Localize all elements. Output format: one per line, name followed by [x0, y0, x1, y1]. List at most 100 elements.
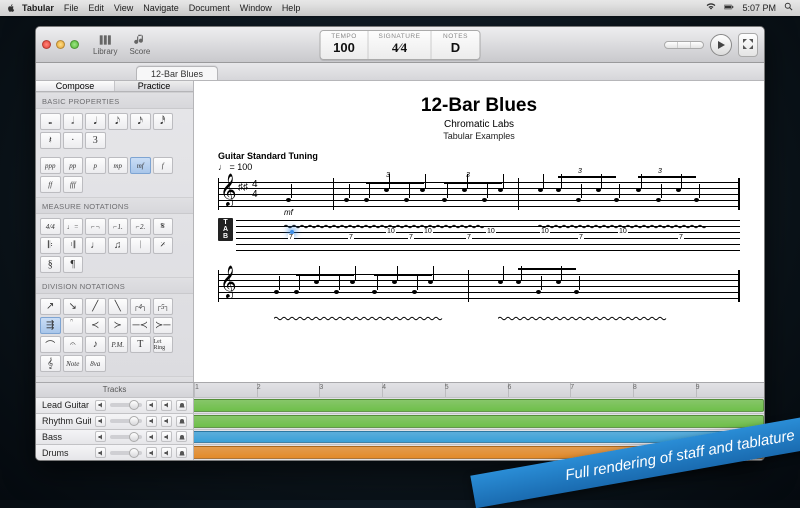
mute-icon[interactable]	[146, 400, 157, 411]
div-clef[interactable]: 𝄞	[40, 355, 61, 372]
dyn-f[interactable]: f	[153, 157, 174, 174]
solo-icon[interactable]	[161, 416, 172, 427]
dur-quarter[interactable]: 𝅘𝅥	[85, 113, 106, 130]
notes-meter[interactable]: NOTES D	[431, 31, 479, 59]
track-clip[interactable]	[194, 415, 764, 428]
div-9[interactable]: ≻	[108, 317, 129, 334]
div-14[interactable]: ♪	[85, 336, 106, 353]
meas-segno[interactable]: 𝄋	[153, 218, 174, 235]
track-row[interactable]: Bass	[36, 429, 764, 445]
window-close-button[interactable]	[42, 40, 51, 49]
dur-half[interactable]: 𝅗𝅥	[63, 113, 84, 130]
tab-practice[interactable]: Practice	[115, 81, 193, 91]
headphones-icon[interactable]	[176, 431, 187, 442]
score-canvas[interactable]: 12-Bar Blues Chromatic Labs Tabular Exam…	[194, 81, 764, 382]
menu-navigate[interactable]: Navigate	[143, 3, 179, 13]
tab-compose[interactable]: Compose	[36, 81, 115, 91]
spotlight-icon[interactable]	[784, 2, 794, 14]
solo-icon[interactable]	[161, 400, 172, 411]
dyn-ppp[interactable]: ppp	[40, 157, 61, 174]
dur-eighth[interactable]: 𝅘𝅥𝅮	[108, 113, 129, 130]
menu-app-name[interactable]: Tabular	[22, 3, 54, 13]
library-button[interactable]: Library	[87, 32, 123, 57]
tracks-ruler[interactable]: 1 2 3 4 5 6 7 8 9	[194, 383, 764, 397]
dyn-ff[interactable]: ff	[40, 176, 61, 193]
menubar-clock[interactable]: 5:07 PM	[742, 3, 776, 13]
meas-para[interactable]: ¶	[63, 256, 84, 273]
dyn-pp[interactable]: pp	[63, 157, 84, 174]
tempo-meter[interactable]: TEMPO 100	[321, 31, 369, 59]
battery-icon[interactable]	[724, 2, 734, 14]
volume-slider[interactable]	[110, 451, 142, 455]
fullscreen-button[interactable]	[738, 33, 758, 57]
meas-end1[interactable]: ⌐1.	[108, 218, 129, 235]
div-0[interactable]: ↗	[40, 298, 61, 315]
meas-end2[interactable]: ⌐2.	[130, 218, 151, 235]
loop-button[interactable]	[678, 42, 691, 48]
window-zoom-button[interactable]	[70, 40, 79, 49]
dyn-mp[interactable]: mp	[108, 157, 129, 174]
div-1[interactable]: ↘	[63, 298, 84, 315]
menu-document[interactable]: Document	[189, 3, 230, 13]
meas-sect[interactable]: §	[40, 256, 61, 273]
document-tab[interactable]: 12-Bar Blues	[136, 66, 218, 80]
speaker-icon[interactable]	[95, 400, 106, 411]
solo-icon[interactable]	[161, 447, 172, 458]
play-button[interactable]	[710, 34, 732, 56]
menu-file[interactable]: File	[64, 3, 79, 13]
div-vibrato[interactable]: ⇶	[40, 317, 61, 334]
track-lane[interactable]	[194, 414, 764, 429]
speaker-icon[interactable]	[95, 416, 106, 427]
track-row[interactable]: Lead Guitar	[36, 397, 764, 413]
meas-bar[interactable]: 𝄀	[130, 237, 151, 254]
rewind-button[interactable]	[665, 42, 678, 48]
mute-icon[interactable]	[146, 447, 157, 458]
div-4[interactable]: ┌4┐	[130, 298, 151, 315]
div-t[interactable]: T	[130, 336, 151, 353]
volume-slider[interactable]	[110, 403, 142, 407]
meas-reps[interactable]: 𝄆	[40, 237, 61, 254]
div-note[interactable]: Note	[63, 355, 84, 372]
wifi-icon[interactable]	[706, 2, 716, 14]
volume-slider[interactable]	[110, 419, 142, 423]
dyn-mf[interactable]: mf	[130, 157, 151, 174]
div-13[interactable]: 𝄐	[63, 336, 84, 353]
dur-16th[interactable]: 𝅘𝅥𝅯	[130, 113, 151, 130]
window-minimize-button[interactable]	[56, 40, 65, 49]
apple-icon[interactable]	[6, 3, 16, 13]
div-5[interactable]: ┌5┐	[153, 298, 174, 315]
score-button[interactable]: Score	[123, 32, 156, 57]
track-clip[interactable]	[194, 399, 764, 412]
meas-rest[interactable]: 𝄎	[153, 237, 174, 254]
signature-meter[interactable]: SIGNATURE 4⁄4	[369, 31, 432, 59]
speaker-icon[interactable]	[95, 447, 106, 458]
div-11[interactable]: ≻─	[153, 317, 174, 334]
dyn-fff[interactable]: fff	[63, 176, 84, 193]
div-pm[interactable]: P.M.	[108, 336, 129, 353]
meas-repe[interactable]: 𝄇	[63, 237, 84, 254]
div-2[interactable]: ╱	[85, 298, 106, 315]
headphones-icon[interactable]	[176, 447, 187, 458]
headphones-icon[interactable]	[176, 416, 187, 427]
div-8[interactable]: ≺	[85, 317, 106, 334]
mute-icon[interactable]	[146, 431, 157, 442]
speaker-icon[interactable]	[95, 431, 106, 442]
meas-tempo[interactable]: ♩=	[63, 218, 84, 235]
solo-icon[interactable]	[161, 431, 172, 442]
headphones-icon[interactable]	[176, 400, 187, 411]
menu-view[interactable]: View	[114, 3, 133, 13]
dyn-p[interactable]: p	[85, 157, 106, 174]
volume-slider[interactable]	[110, 435, 142, 439]
div-7[interactable]: 𝆪	[63, 317, 84, 334]
div-10[interactable]: ─≺	[130, 317, 151, 334]
dur-tuplet[interactable]: 3	[85, 132, 106, 149]
meas-8p[interactable]: ♫	[108, 237, 129, 254]
dur-rest[interactable]: 𝄽	[40, 132, 61, 149]
track-lane[interactable]	[194, 398, 764, 413]
div-letring[interactable]: Let Ring	[153, 336, 174, 353]
menu-edit[interactable]: Edit	[88, 3, 104, 13]
meas-q[interactable]: ♩	[85, 237, 106, 254]
menu-window[interactable]: Window	[240, 3, 272, 13]
div-12[interactable]: ⌒	[40, 336, 61, 353]
div-3[interactable]: ╲	[108, 298, 129, 315]
